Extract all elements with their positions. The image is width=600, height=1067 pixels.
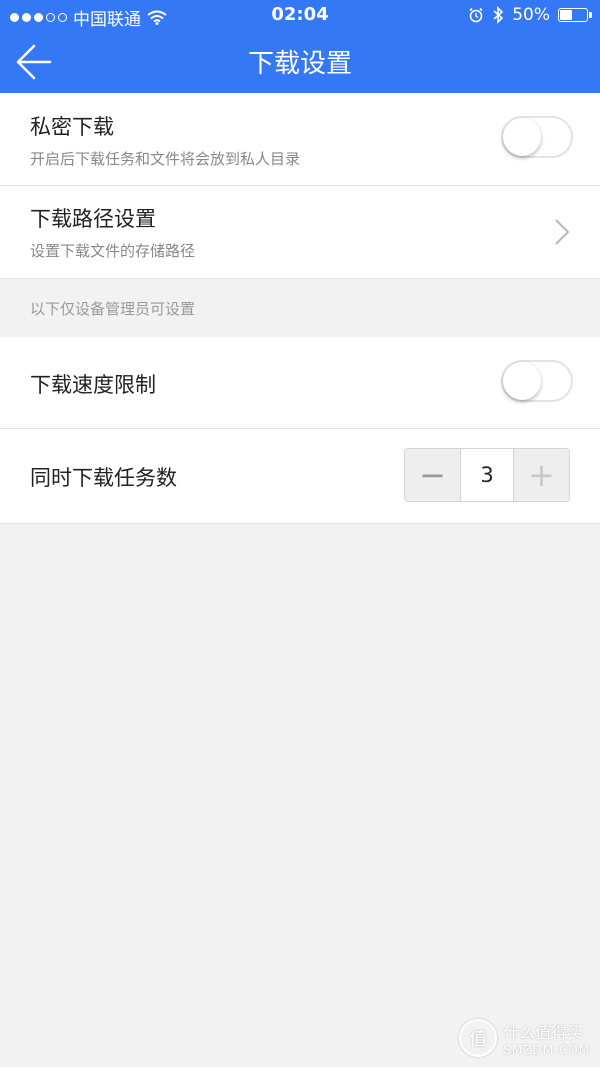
private-download-subtitle: 开启后下载任务和文件将会放到私人目录 <box>30 150 301 168</box>
chevron-right-icon <box>555 219 570 245</box>
battery-percent: 50% <box>512 5 550 25</box>
divider <box>0 278 600 279</box>
setting-row-speed-limit: 下载速度限制 <box>0 337 600 428</box>
status-right: 50% <box>468 5 592 25</box>
private-download-toggle[interactable] <box>501 116 573 158</box>
speed-limit-toggle[interactable] <box>501 360 573 402</box>
nav-bar: 下载设置 <box>0 32 600 93</box>
private-download-title: 私密下载 <box>30 115 114 139</box>
setting-row-download-path[interactable]: 下载路径设置 设置下载文件的存储路径 <box>0 186 600 278</box>
divider <box>0 523 600 524</box>
watermark-logo-icon: 值 <box>459 1019 498 1057</box>
watermark: 值 什么值得买 SMZDM.COM <box>459 1019 590 1057</box>
page-title: 下载设置 <box>247 49 352 79</box>
admin-section-label: 以下仅设备管理员可设置 <box>30 300 196 318</box>
concurrent-tasks-title: 同时下载任务数 <box>30 466 177 490</box>
setting-row-concurrent-tasks: 同时下载任务数 − 3 + <box>0 429 600 523</box>
download-path-title: 下载路径设置 <box>30 207 156 231</box>
speed-limit-title: 下载速度限制 <box>30 373 156 397</box>
watermark-domain: SMZDM.COM <box>503 1043 590 1057</box>
setting-row-private-download: 私密下载 开启后下载任务和文件将会放到私人目录 <box>0 93 600 185</box>
watermark-text: 什么值得买 <box>503 1023 584 1042</box>
increment-button[interactable]: + <box>514 449 569 501</box>
battery-level <box>560 10 572 20</box>
bluetooth-icon <box>493 6 504 24</box>
status-bar: 中国联通 02:04 50% <box>0 0 600 32</box>
decrement-button[interactable]: − <box>405 449 460 501</box>
download-path-subtitle: 设置下载文件的存储路径 <box>30 242 196 260</box>
toggle-knob <box>503 362 541 400</box>
top-bar: 中国联通 02:04 50% 下载设置 <box>0 0 600 93</box>
battery-icon <box>558 8 592 22</box>
concurrent-tasks-stepper: − 3 + <box>404 448 570 502</box>
alarm-icon <box>469 7 483 23</box>
concurrent-tasks-value[interactable]: 3 <box>460 449 514 501</box>
toggle-knob <box>503 118 541 156</box>
